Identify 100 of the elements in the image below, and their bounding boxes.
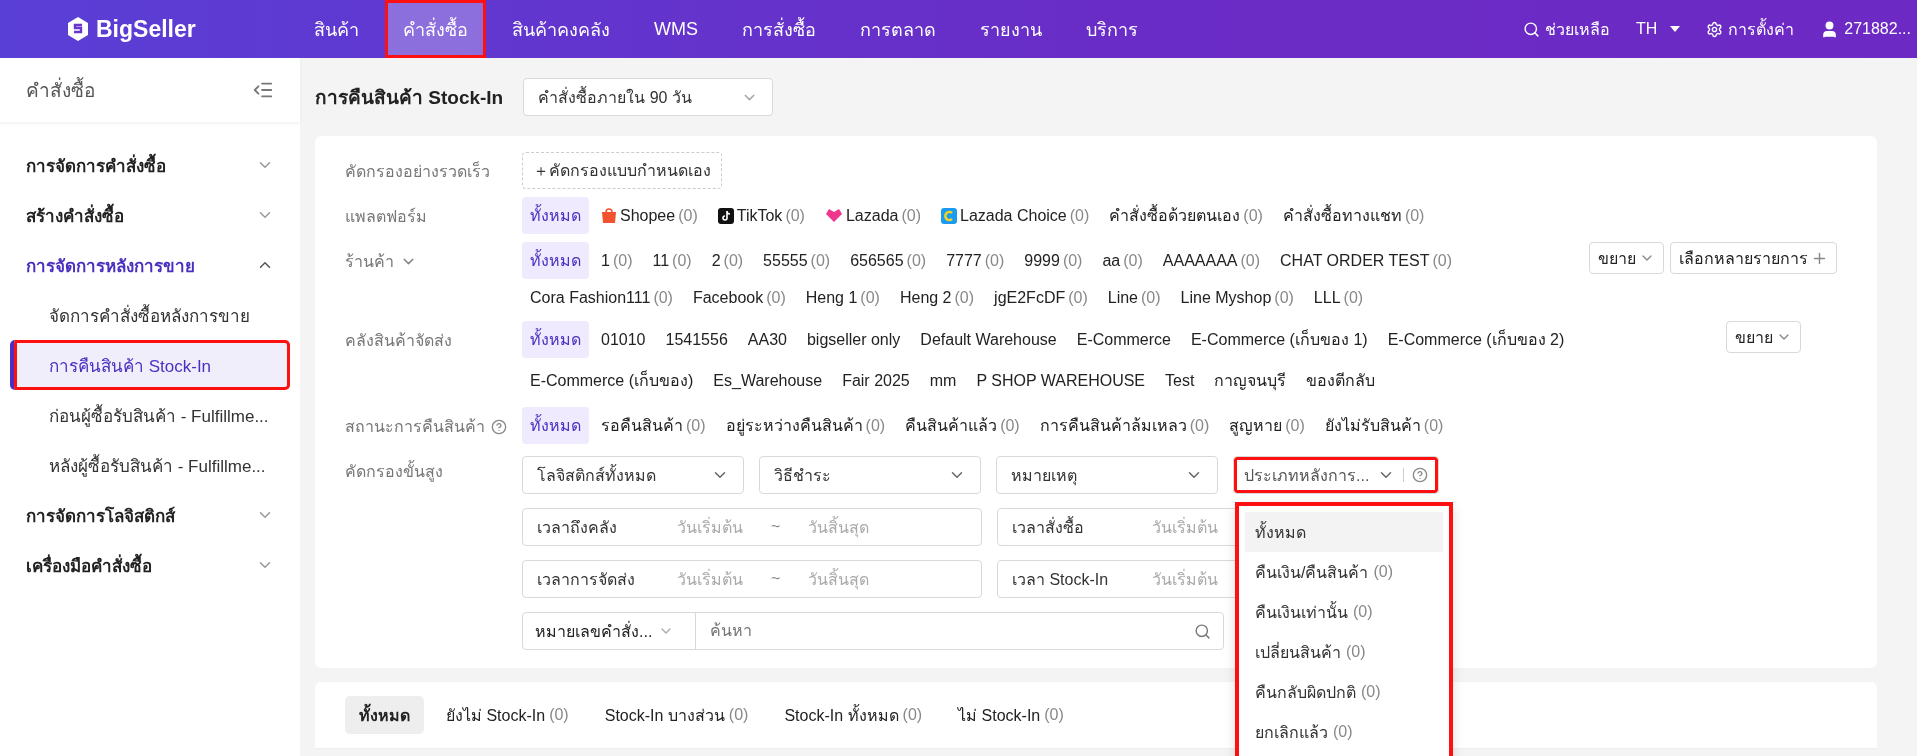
filter-option[interactable]: Es_Warehouse [705,362,831,399]
filter-option[interactable]: ทั้งหมด [522,407,589,444]
filter-option[interactable]: อยู่ระหว่างคืนสินค้า (0) [717,407,894,444]
filter-option[interactable]: 01010 [593,321,654,358]
filter-option[interactable]: AA30 [739,321,795,358]
filter-option[interactable]: mm [921,362,965,399]
help-link[interactable]: ช่วยเหลือ [1522,16,1610,42]
filter-option[interactable]: TikTok (0) [709,197,813,234]
filter-option[interactable]: Default Warehouse [912,321,1065,358]
custom-filter-button[interactable]: ＋คัดกรองแบบกำหนดเอง [522,152,722,189]
filter-option[interactable]: jgE2FcDF (0) [986,283,1096,313]
filter-option[interactable]: E-Commerce (เก็บของ) [522,362,702,399]
filter-option[interactable]: 1 (0) [593,242,641,279]
period-select[interactable]: คำสั่งซื้อภายใน 90 วัน [523,78,774,116]
filter-option[interactable]: Shopee (0) [593,197,706,234]
dropdown-option[interactable]: ทั้งหมด [1245,512,1443,552]
expand-button[interactable]: ขยาย [1589,242,1664,274]
filter-option[interactable]: AAAAAAA (0) [1154,242,1269,279]
filter-option[interactable]: LLL (0) [1305,283,1372,313]
filter-option[interactable]: ยังไม่รับสินค้า (0) [1316,407,1452,444]
sidebar-item[interactable]: การจัดการคำสั่งซื้อ [0,140,300,190]
user-menu[interactable]: 271882... [1820,19,1911,39]
filter-option[interactable]: E-Commerce (เก็บของ 2) [1379,321,1573,358]
nav-item[interactable]: บริการ [1068,0,1156,58]
filter-option[interactable]: Line Myshop (0) [1172,283,1302,313]
status-tab[interactable]: Stock-In บางส่วน (0) [590,696,763,734]
filter-option[interactable]: ทั้งหมด [522,197,589,234]
filter-option[interactable]: คำสั่งซื้อด้วยตนเอง (0) [1101,197,1271,234]
filter-option[interactable]: E-Commerce (เก็บของ 1) [1182,321,1376,358]
search-icon[interactable] [1194,622,1211,640]
filter-option[interactable]: กาญจนบุรี [1206,362,1295,399]
status-tab[interactable]: ทั้งหมด [345,696,424,734]
filter-option[interactable]: Lazada Choice (0) [933,197,1098,234]
search-type-select[interactable]: หมายเลขคำสั่ง... [523,613,696,649]
sidebar-item[interactable]: เครื่องมือคำสั่งซื้อ [0,540,300,590]
date-range-field[interactable]: เวลาการจัดส่ง วันเริ่มต้น ~ วันสิ้นสุด [522,560,982,598]
date-range-field[interactable]: เวลาถึงคลัง วันเริ่มต้น ~ วันสิ้นสุด [522,508,982,546]
filter-select[interactable]: หมายเหตุ [996,456,1218,494]
language-select[interactable]: TH [1635,20,1681,38]
dropdown-option[interactable]: เปลี่ยนสินค้า (0) [1245,632,1443,672]
filter-option[interactable]: Heng 2 (0) [891,283,983,313]
status-tab[interactable]: ยังไม่ Stock-In (0) [432,696,583,734]
filter-option[interactable]: ทั้งหมด [522,321,589,358]
sidebar-item[interactable]: การจัดการโลจิสติกส์ [0,490,300,540]
sidebar-subitem[interactable]: หลังผู้ซื้อรับสินค้า - Fulfillme... [10,440,290,490]
filter-option[interactable]: Line (0) [1099,283,1169,313]
filter-option[interactable]: 11 (0) [644,242,700,279]
dropdown-option[interactable]: คืนเงินเท่านั้น (0) [1245,592,1443,632]
nav-item[interactable]: สินค้าคงคลัง [494,0,628,58]
filter-option[interactable]: คำสั่งซื้อทางแชท (0) [1274,197,1433,234]
nav-item[interactable]: การสั่งซื้อ [724,0,834,58]
filter-option[interactable]: Cora Fashion111 (0) [522,283,681,313]
nav-item[interactable]: การตลาด [842,0,954,58]
search-icon [1522,20,1540,38]
filter-option[interactable]: Heng 1 (0) [797,283,888,313]
sidebar-item[interactable]: สร้างคำสั่งซื้อ [0,190,300,240]
sidebar-subitem[interactable]: การคืนสินค้า Stock-In [10,340,290,390]
filter-option[interactable]: 55555 (0) [755,242,839,279]
filter-option[interactable]: bigseller only [798,321,909,358]
after-sale-type-select[interactable]: ประเภทหลังการ... [1233,456,1440,494]
filter-option[interactable]: P SHOP WAREHOUSE [968,362,1154,399]
settings-link[interactable]: การตั้งค่า [1706,16,1795,42]
sidebar-subitem[interactable]: ก่อนผู้ซื้อรับสินค้า - Fulfillme... [10,390,290,440]
help-icon[interactable] [491,418,507,435]
nav-item[interactable]: WMS [636,0,716,58]
nav-item[interactable]: สินค้า [296,0,377,58]
filter-option[interactable]: Fair 2025 [834,362,918,399]
sidebar-item[interactable]: การจัดการหลังการขาย [0,240,300,290]
filter-option[interactable]: ทั้งหมด [522,242,589,279]
dropdown-option[interactable]: ยกเลิกแล้ว (0) [1245,712,1443,752]
filter-option[interactable]: Test [1157,362,1203,399]
multi-select-button[interactable]: เลือกหลายรายการ [1670,242,1837,274]
filter-option[interactable]: 2 (0) [703,242,752,279]
dropdown-option[interactable]: คืนเงิน/คืนสินค้า (0) [1245,552,1443,592]
filter-select[interactable]: โลจิสติกส์ทั้งหมด [522,456,744,494]
status-tab[interactable]: Stock-In ทั้งหมด (0) [770,696,937,734]
filter-option[interactable]: aa (0) [1094,242,1151,279]
filter-option[interactable]: CHAT ORDER TEST (0) [1272,242,1460,279]
filter-label: คัดกรองอย่างรวดเร็ว [345,160,491,182]
filter-option[interactable]: รอคืนสินค้า (0) [593,407,714,444]
filter-option[interactable]: E-Commerce [1068,321,1179,358]
filter-select[interactable]: วิธีชำระ [759,456,981,494]
dropdown-option[interactable]: คืนกลับผิดปกติ (0) [1245,672,1443,712]
filter-option[interactable]: Lazada (0) [816,197,929,234]
filter-option[interactable]: คืนสินค้าแล้ว (0) [897,407,1028,444]
filter-option[interactable]: 9999 (0) [1016,242,1091,279]
filter-option[interactable]: Facebook (0) [684,283,794,313]
filter-option[interactable]: ของตีกลับ [1298,362,1384,399]
caret-icon [1670,26,1681,32]
sidebar-subitem[interactable]: จัดการคำสั่งซื้อหลังการขาย [10,290,290,340]
search-field[interactable]: หมายเลขคำสั่ง... ค้นหา [522,612,1224,650]
nav-item[interactable]: รายงาน [962,0,1060,58]
filter-option[interactable]: 656565 (0) [842,242,935,279]
filter-option[interactable]: สูญหาย (0) [1221,407,1313,444]
filter-option[interactable]: การคืนสินค้าล้มเหลว (0) [1031,407,1218,444]
status-tab[interactable]: ไม่ Stock-In (0) [944,696,1078,734]
nav-item[interactable]: คำสั่งซื้อ [385,0,486,58]
expand-button[interactable]: ขยาย [1726,321,1801,353]
filter-option[interactable]: 7777 (0) [938,242,1013,279]
filter-option[interactable]: 1541556 [657,321,736,358]
